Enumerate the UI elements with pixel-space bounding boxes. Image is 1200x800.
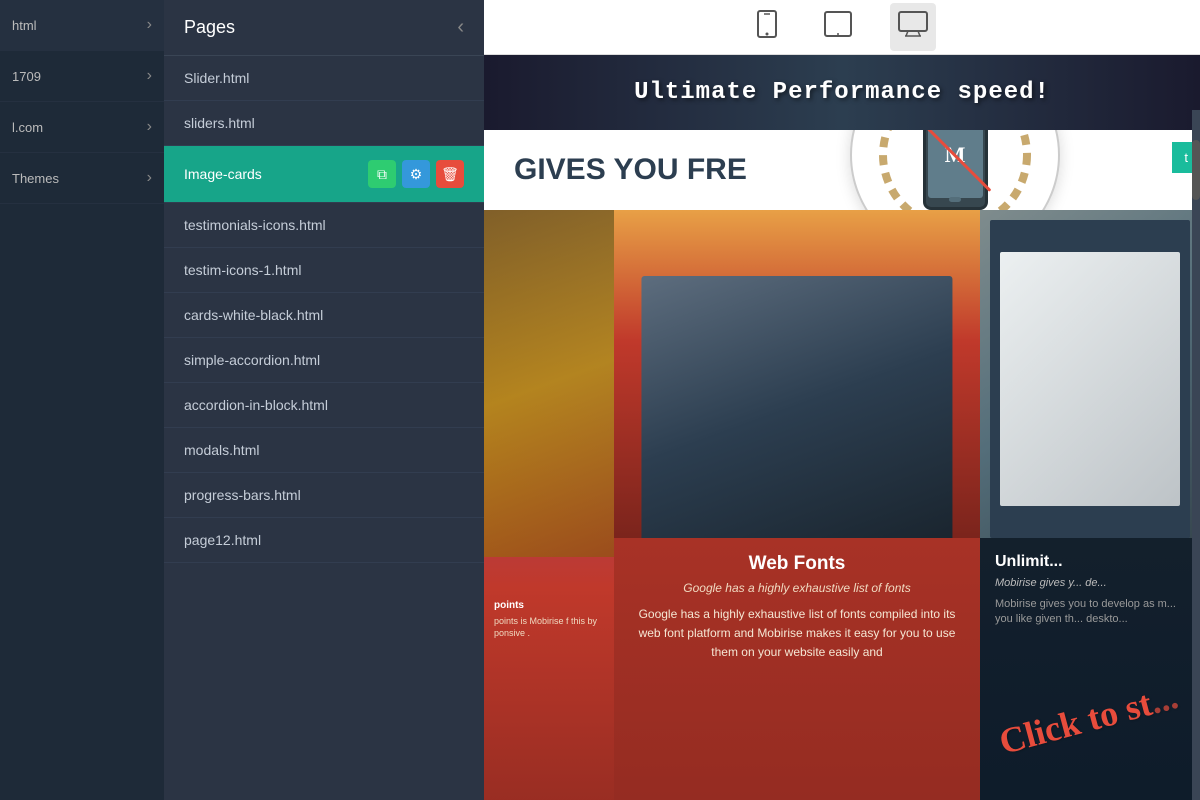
web-fonts-body: Google has a highly exhaustive list of f… (634, 605, 960, 663)
chevron-right-icon: › (147, 67, 152, 85)
chevron-right-icon: › (147, 16, 152, 34)
page-item-page12[interactable]: page12.html (164, 518, 484, 563)
delete-button[interactable]: 🗑 (436, 160, 464, 188)
sidebar-item-html[interactable]: html › (0, 0, 164, 51)
page-item-image-cards[interactable]: Image-cards ⧉ ⚙ 🗑 (164, 146, 484, 203)
page-item-label: modals.html (184, 442, 259, 458)
page-item-label: Image-cards (184, 166, 262, 182)
page-item-label: page12.html (184, 532, 261, 548)
card-middle: Web Fonts Google has a highly exhaustive… (614, 210, 980, 800)
sidebar-themes-label: Themes (12, 171, 59, 186)
unlimited-subtitle: Mobirise gives y... de... (995, 577, 1185, 589)
page-item-simple-accordion[interactable]: simple-accordion.html (164, 338, 484, 383)
device-toolbar (484, 0, 1200, 55)
sidebar-item-html-label: html (12, 18, 37, 33)
page-item-label: testim-icons-1.html (184, 262, 301, 278)
sidebar: html › 1709 › l.com › Themes › (0, 0, 164, 800)
web-fonts-subtitle: Google has a highly exhaustive list of f… (634, 581, 960, 595)
desktop-device-button[interactable] (890, 3, 936, 51)
page-item-testimonials[interactable]: testimonials-icons.html (164, 203, 484, 248)
close-icon[interactable]: ‹ (457, 16, 464, 39)
page-item-cards-white[interactable]: cards-white-black.html (164, 293, 484, 338)
copy-button[interactable]: ⧉ (368, 160, 396, 188)
unlimited-card-content: Unlimit... Mobirise gives y... de... Mob… (980, 538, 1200, 643)
scrollbar-track[interactable] (1192, 110, 1200, 800)
page-item-label: cards-white-black.html (184, 307, 323, 323)
page-item-label: progress-bars.html (184, 487, 301, 503)
banner-title: Ultimate Performance speed! (634, 79, 1050, 106)
pages-title: Pages (184, 17, 235, 38)
sidebar-item-1709[interactable]: 1709 › (0, 51, 164, 102)
chevron-right-icon: › (147, 118, 152, 136)
sidebar-item-themes[interactable]: Themes › (0, 153, 164, 204)
page-item-progress[interactable]: progress-bars.html (164, 473, 484, 518)
web-fonts-title: Web Fonts (634, 553, 960, 575)
card-left: points points is Mobirise f this by pons… (484, 210, 614, 800)
trash-icon: 🗑 (441, 166, 459, 183)
gear-icon: ⚙ (410, 166, 423, 183)
pages-list: Slider.html sliders.html Image-cards ⧉ ⚙… (164, 56, 484, 800)
mobile-device-button[interactable] (748, 2, 786, 52)
preview-container: Ultimate Performance speed! GIVES YOU FR… (484, 55, 1200, 800)
bullet-points-label: points (494, 600, 604, 611)
pages-panel: Pages ‹ Slider.html sliders.html Image-c… (164, 0, 484, 800)
page-item-label: Slider.html (184, 70, 249, 86)
page-item-slider[interactable]: Slider.html (164, 56, 484, 101)
tablet-device-button[interactable] (816, 3, 860, 51)
scrollbar-thumb[interactable] (1192, 140, 1200, 200)
chevron-right-icon: › (147, 169, 152, 187)
page-item-label: sliders.html (184, 115, 255, 131)
page-item-label: testimonials-icons.html (184, 217, 326, 233)
main-preview-area: Ultimate Performance speed! GIVES YOU FR… (484, 0, 1200, 800)
web-fonts-card-content: Web Fonts Google has a highly exhaustive… (614, 538, 980, 678)
sidebar-item-lcom[interactable]: l.com › (0, 102, 164, 153)
page-item-accordion-block[interactable]: accordion-in-block.html (164, 383, 484, 428)
bullet-points-body: points is Mobirise f this by ponsive . (494, 615, 604, 640)
unlimited-body: Mobirise gives you to develop as m... yo… (995, 597, 1185, 628)
page-item-testim-icons[interactable]: testim-icons-1.html (164, 248, 484, 293)
preview-content: Ultimate Performance speed! GIVES YOU FR… (484, 55, 1200, 800)
page-item-label: accordion-in-block.html (184, 397, 328, 413)
sidebar-item-1709-label: 1709 (12, 69, 41, 84)
page-actions: ⧉ ⚙ 🗑 (368, 160, 464, 188)
unlimited-title: Unlimit... (995, 553, 1185, 571)
pages-header: Pages ‹ (164, 0, 484, 56)
page-item-modals[interactable]: modals.html (164, 428, 484, 473)
cards-area: points points is Mobirise f this by pons… (484, 210, 1200, 800)
sidebar-item-lcom-label: l.com (12, 120, 43, 135)
phone-circle: M (850, 130, 1060, 210)
banner-section: Ultimate Performance speed! (484, 55, 1200, 130)
gives-section: GIVES YOU FRE M (484, 130, 1200, 210)
page-item-sliders[interactable]: sliders.html (164, 101, 484, 146)
settings-button[interactable]: ⚙ (402, 160, 430, 188)
copy-icon: ⧉ (377, 166, 387, 183)
page-item-label: simple-accordion.html (184, 352, 320, 368)
gives-title: GIVES YOU FRE (514, 153, 747, 187)
